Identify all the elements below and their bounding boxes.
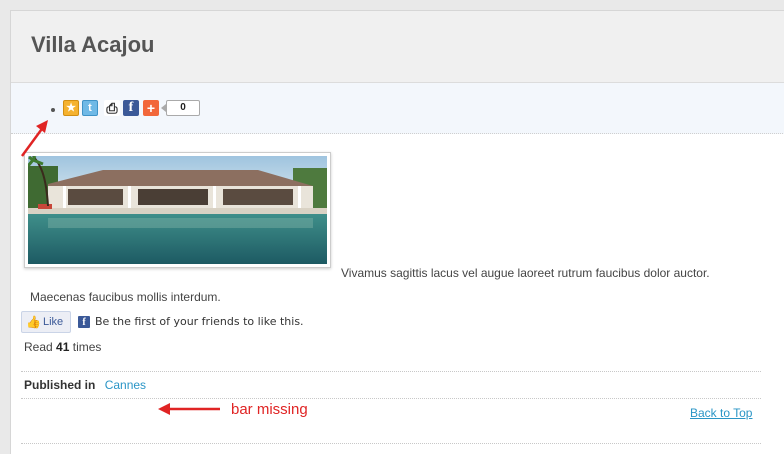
article-header: Villa Acajou [11,11,784,83]
annotation-label: bar missing [231,401,308,418]
divider [21,398,761,399]
annotation-arrow-icon [20,120,48,157]
facebook-social-text: Be the first of your friends to like thi… [95,315,304,328]
facebook-small-icon: f [78,316,90,328]
print-icon[interactable]: ⎙ [104,100,120,116]
villa-photo [24,152,331,268]
like-button-label: Like [42,316,64,328]
divider [21,443,761,444]
favorite-star-icon[interactable]: ★ [63,100,79,116]
villa-pool-image [28,156,327,264]
read-prefix: Read [24,340,53,354]
thumbs-up-icon: 👍 [26,315,41,329]
back-to-top-link[interactable]: Back to Top [690,406,752,420]
published-label: Published in [24,378,96,392]
read-count-value: 41 [56,340,70,354]
addthis-plus-icon[interactable]: + [143,100,159,116]
page-title: Villa Acajou [31,32,155,57]
body-text-line-1: Vivamus sagittis lacus vel augue laoreet… [341,266,710,280]
share-counter[interactable]: 0 [161,100,200,116]
list-bullet [51,108,55,112]
facebook-icon[interactable]: f [123,100,139,116]
article-body: Vivamus sagittis lacus vel augue laoreet… [20,261,760,309]
read-count: Read 41 times [24,340,101,354]
category-link[interactable]: Cannes [105,378,146,392]
body-text-line-2: Maecenas faucibus mollis interdum. [30,290,221,304]
divider [21,371,761,372]
facebook-like-button[interactable]: 👍 Like [21,311,71,333]
twitter-icon[interactable]: t [82,100,98,116]
read-suffix: times [72,340,102,354]
published-in: Published in Cannes [24,378,146,392]
share-toolbar: ★ t ⎙ f + 0 [11,83,784,134]
annotation-arrow-icon [158,403,220,415]
